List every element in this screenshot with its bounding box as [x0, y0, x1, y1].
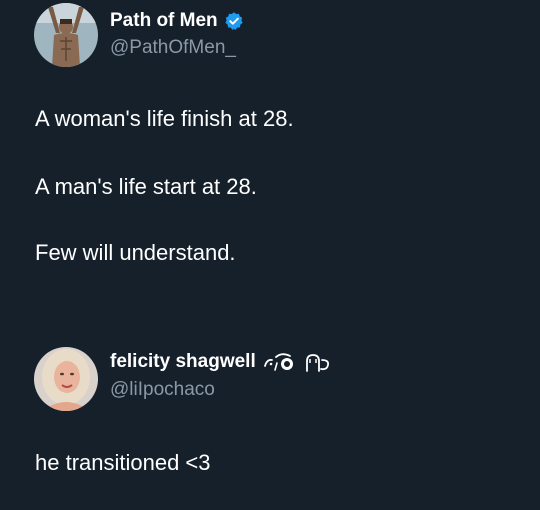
author-handle[interactable]: @liIpochaco [110, 378, 215, 402]
author-handle[interactable]: @PathOfMen_ [110, 36, 236, 60]
post-text-line: A man's life start at 28. [35, 174, 257, 199]
avatar[interactable] [34, 3, 98, 67]
author-name-row: Path of Men [110, 9, 244, 33]
post-text-line: A woman's life finish at 28. [35, 106, 294, 131]
muscular-man-avatar-icon [34, 3, 98, 67]
author-name-row: felicity shagwell [110, 350, 332, 374]
woman-portrait-avatar-icon [34, 347, 98, 411]
reply-post: felicity shagwell @liIpochaco he transit… [0, 330, 540, 510]
avatar[interactable] [34, 347, 98, 411]
display-name[interactable]: Path of Men [110, 9, 218, 33]
original-post: Path of Men @PathOfMen_ A woman's life f… [0, 0, 540, 300]
crying-face-emoji-icon [263, 353, 293, 371]
pleading-emoji-icon [305, 354, 329, 372]
verified-badge-icon[interactable] [224, 11, 244, 31]
display-name[interactable]: felicity shagwell [110, 350, 256, 374]
post-text-line: Few will understand. [35, 240, 236, 265]
post-text-line: he transitioned <3 [35, 450, 211, 475]
